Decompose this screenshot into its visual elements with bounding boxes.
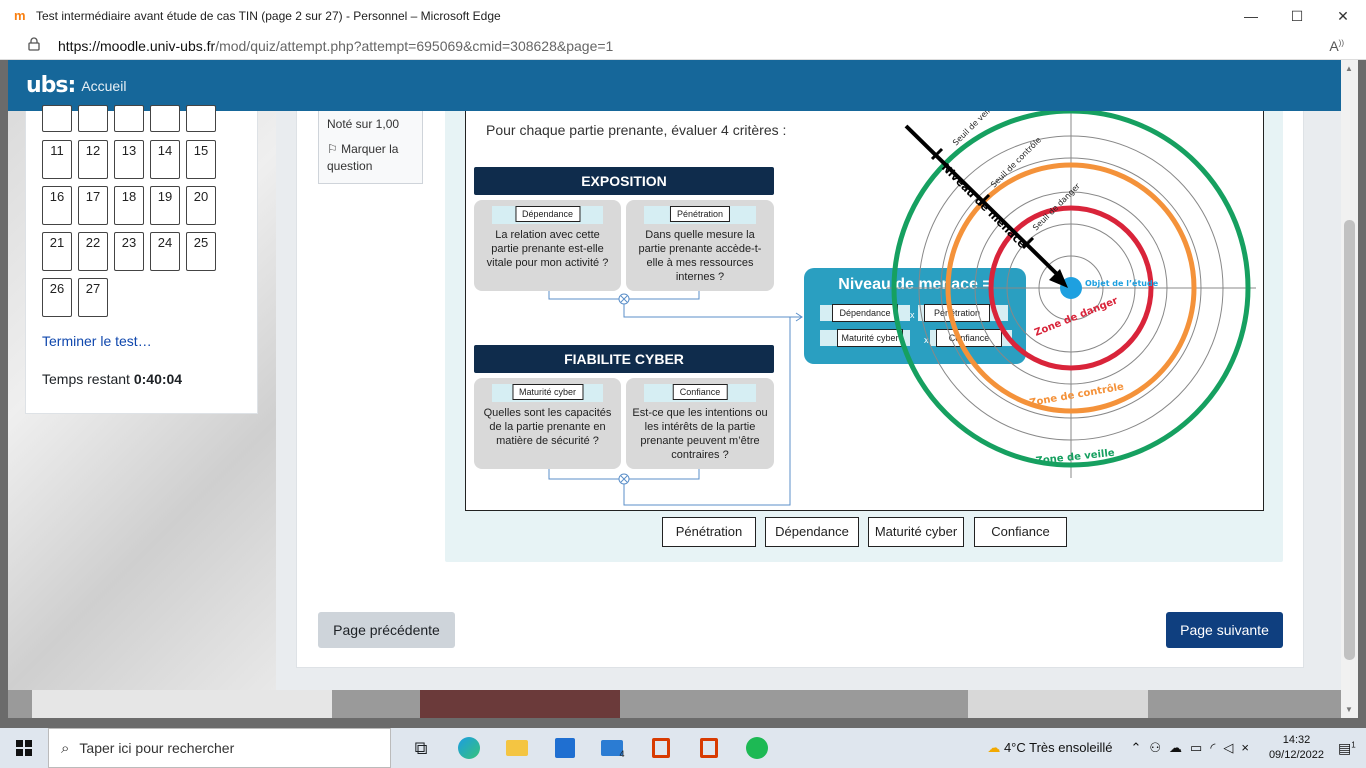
background-image — [420, 690, 620, 718]
quiz-question-button[interactable]: 23 — [114, 232, 144, 271]
quiz-question-button[interactable] — [42, 105, 72, 132]
url-host: https://moodle.univ-ubs.fr — [58, 37, 216, 54]
task-view-icon[interactable]: ⧉ — [397, 728, 445, 768]
threat-radar: Niveau de menace Seuil de veille Seuil d… — [886, 111, 1256, 478]
weather-icon: ☁ — [987, 740, 1004, 755]
finish-attempt-link[interactable]: Terminer le test… — [42, 333, 152, 349]
previous-page-button[interactable]: Page précédente — [318, 612, 455, 648]
search-placeholder: Taper ici pour rechercher — [79, 740, 235, 756]
windows-taskbar: ⌕ Taper ici pour rechercher ⧉ 4 ☁ 4°C Tr… — [0, 728, 1366, 768]
quiz-question-button[interactable]: 21 — [42, 232, 72, 271]
seuil-controle-label: Seuil de contrôle — [988, 135, 1043, 190]
weather-text: 4°C Très ensoleillé — [1003, 740, 1113, 755]
window-titlebar: m Test intermédiaire avant étude de cas … — [0, 0, 1366, 32]
clock[interactable]: 14:32 09/12/2022 — [1269, 733, 1324, 763]
address-bar[interactable]: https://moodle.univ-ubs.fr/mod/quiz/atte… — [0, 32, 1366, 60]
time-remaining: Temps restant 0:40:04 — [42, 371, 182, 387]
quiz-question-button[interactable]: 24 — [150, 232, 180, 271]
zone-danger-label: Zone de danger — [1033, 295, 1120, 338]
taskbar-search[interactable]: ⌕ Taper ici pour rechercher — [48, 728, 391, 768]
quiz-navigation: 11 12 13 14 15 16 17 18 19 20 21 22 23 2… — [25, 105, 258, 414]
edge-icon[interactable] — [445, 728, 493, 768]
drag-choice-maturite[interactable]: Maturité cyber — [868, 517, 964, 547]
quiz-question-button[interactable] — [78, 105, 108, 132]
quiz-question-button[interactable]: 22 — [78, 232, 108, 271]
notif-badge: 1 — [1351, 739, 1356, 749]
quiz-question-button[interactable]: 11 — [42, 140, 72, 179]
system-tray: ☁ 4°C Très ensoleillé ⌃⚇☁▭◜◁× 14:32 09/1… — [987, 728, 1366, 768]
page-viewport: ubs: Accueil 11 12 13 14 15 16 17 18 19 … — [8, 60, 1341, 690]
clock-time: 14:32 — [1282, 734, 1311, 746]
flag-icon: ⚐ — [327, 142, 342, 156]
office-icon-2[interactable] — [685, 728, 733, 768]
quiz-question-button[interactable] — [114, 105, 144, 132]
quiz-question-button[interactable]: 20 — [186, 186, 216, 225]
drag-choice-confiance[interactable]: Confiance — [974, 517, 1067, 547]
file-explorer-icon[interactable] — [493, 728, 541, 768]
question-grade: Noté sur 1,00 — [327, 117, 400, 131]
quiz-question-button[interactable]: 12 — [78, 140, 108, 179]
search-icon: ⌕ — [61, 739, 70, 757]
quiz-question-button[interactable]: 18 — [114, 186, 144, 225]
site-navbar: ubs: Accueil — [8, 60, 1341, 111]
weather-widget[interactable]: ☁ 4°C Très ensoleillé — [987, 740, 1112, 756]
quiz-question-button[interactable]: 13 — [114, 140, 144, 179]
quiz-question-button[interactable]: 16 — [42, 186, 72, 225]
windows-icon — [16, 740, 32, 756]
office-icon[interactable] — [637, 728, 685, 768]
nav-home-link[interactable]: Accueil — [81, 78, 126, 94]
question-formulation: Pour chaque partie prenante, évaluer 4 c… — [445, 111, 1283, 562]
clock-date: 09/12/2022 — [1268, 749, 1324, 761]
flag-question-link[interactable]: ⚐ Marquer la question — [327, 141, 414, 175]
page-background-strip — [8, 690, 1341, 718]
mail-icon[interactable]: 4 — [589, 728, 637, 768]
window-title: Test intermédiaire avant étude de cas TI… — [36, 9, 501, 23]
quiz-question-button[interactable]: 25 — [186, 232, 216, 271]
quiz-question-button[interactable]: 14 — [150, 140, 180, 179]
scroll-down-icon[interactable]: ▼ — [1345, 705, 1353, 714]
drag-choice-penetration[interactable]: Pénétration — [662, 517, 756, 547]
timer-value: 0:40:04 — [133, 371, 183, 387]
notification-icon[interactable]: ▤1 — [1338, 740, 1366, 757]
objet-label: Objet de l’étude — [1085, 278, 1159, 288]
start-button[interactable] — [0, 728, 48, 768]
quiz-question-button[interactable] — [186, 105, 216, 132]
quiz-question-button[interactable]: 27 — [78, 278, 108, 317]
spotify-icon[interactable] — [733, 728, 781, 768]
quiz-question-button[interactable]: 15 — [186, 140, 216, 179]
tray-icons[interactable]: ⌃⚇☁▭◜◁× — [1130, 740, 1256, 756]
background-image — [32, 690, 332, 718]
quiz-question-button[interactable]: 26 — [42, 278, 72, 317]
quiz-question-button[interactable]: 17 — [78, 186, 108, 225]
store-icon[interactable] — [541, 728, 589, 768]
menace-arrow-label: Niveau de menace — [939, 161, 1029, 251]
scroll-thumb[interactable] — [1344, 220, 1355, 660]
question-info: Noté sur 1,00 ⚐ Marquer la question — [318, 111, 423, 184]
lock-icon — [28, 37, 42, 54]
drag-choice-dependance[interactable]: Dépendance — [765, 517, 859, 547]
ubs-logo[interactable]: ubs: — [26, 73, 76, 98]
page-scrollbar[interactable]: ▲ ▼ — [1341, 60, 1358, 718]
scroll-up-icon[interactable]: ▲ — [1345, 64, 1353, 73]
question-diagram: Pour chaque partie prenante, évaluer 4 c… — [465, 111, 1264, 511]
url-path: /mod/quiz/attempt.php?attempt=695069&cmi… — [215, 37, 614, 54]
moodle-icon: m — [14, 8, 26, 23]
close-button[interactable]: ✕ — [1320, 0, 1366, 32]
background-image — [968, 690, 1148, 718]
quiz-question-button[interactable] — [150, 105, 180, 132]
mail-badge: 4 — [619, 749, 625, 759]
timer-label: Temps restant — [42, 371, 134, 387]
question-panel: Noté sur 1,00 ⚐ Marquer la question Pour… — [296, 111, 1304, 668]
quiz-question-button[interactable]: 19 — [150, 186, 180, 225]
next-page-button[interactable]: Page suivante — [1166, 612, 1283, 648]
url-text[interactable]: https://moodle.univ-ubs.fr/mod/quiz/atte… — [58, 38, 613, 54]
maximize-button[interactable]: ☐ — [1274, 0, 1320, 32]
read-aloud-icon[interactable]: A)) — [1329, 38, 1344, 54]
minimize-button[interactable]: — — [1228, 0, 1274, 32]
